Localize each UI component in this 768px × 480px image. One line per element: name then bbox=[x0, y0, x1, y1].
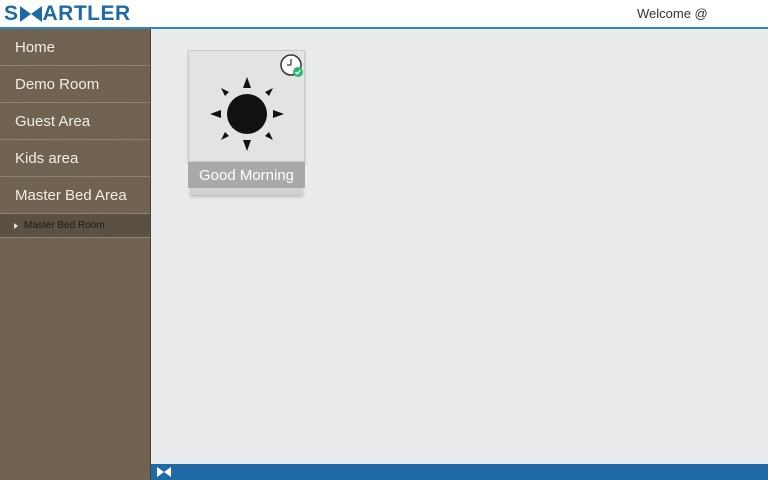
sun-icon bbox=[210, 77, 284, 151]
sidebar: Home Demo Room Guest Area Kids area Mast… bbox=[0, 29, 151, 480]
bowtie-logo-icon bbox=[157, 467, 171, 477]
welcome-text: Welcome @ bbox=[637, 6, 708, 21]
scene-tile-good-morning[interactable]: Good Morning bbox=[188, 50, 305, 196]
sidebar-subitem-label: Master Bed Room bbox=[24, 220, 105, 231]
sidebar-subitem-master-bed-room[interactable]: Master Bed Room bbox=[0, 214, 150, 238]
top-bar: S ARTLER Welcome @ bbox=[0, 0, 768, 29]
logo-rest: ARTLER bbox=[42, 2, 131, 25]
sidebar-item-guest-area[interactable]: Guest Area bbox=[0, 103, 150, 140]
sidebar-item-master-bed-area[interactable]: Master Bed Area bbox=[0, 177, 150, 214]
tile-face[interactable] bbox=[188, 50, 305, 162]
tile-label: Good Morning bbox=[188, 162, 305, 188]
sidebar-item-kids-area[interactable]: Kids area bbox=[0, 140, 150, 177]
chevron-right-icon bbox=[14, 222, 18, 229]
smartler-logo: S ARTLER bbox=[4, 1, 131, 26]
logo-letter-s: S bbox=[4, 2, 19, 25]
sidebar-item-home[interactable]: Home bbox=[0, 29, 150, 66]
bowtie-logo-icon bbox=[19, 5, 42, 22]
scheduled-clock-icon bbox=[280, 54, 303, 77]
footer-bar bbox=[151, 464, 768, 480]
sidebar-item-demo-room[interactable]: Demo Room bbox=[0, 66, 150, 103]
tile-base bbox=[190, 188, 303, 195]
